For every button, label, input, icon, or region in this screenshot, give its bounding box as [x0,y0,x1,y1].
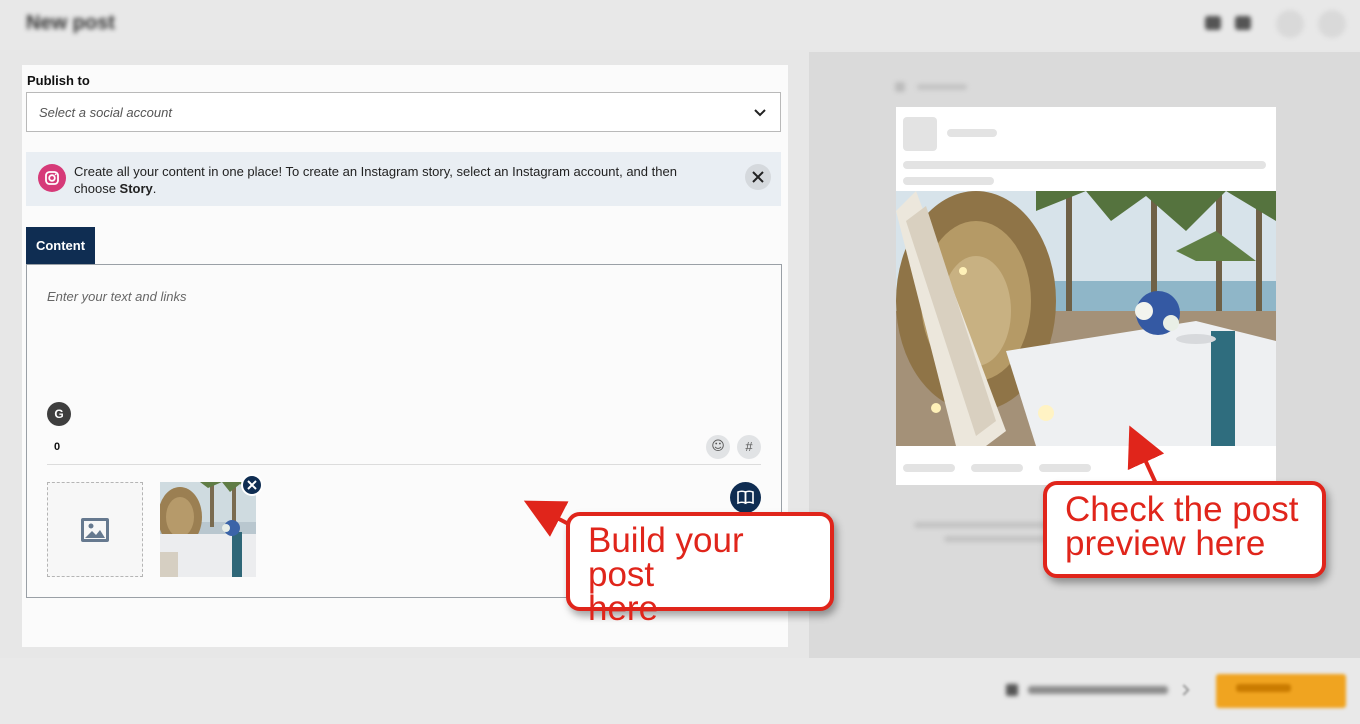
tab-content[interactable]: Content [26,227,95,264]
callout-line: preview here [1065,524,1266,563]
close-window-button[interactable] [1318,10,1346,38]
preview-header [895,82,975,92]
username-placeholder [947,129,997,137]
hashtag-icon[interactable]: # [737,435,761,459]
action-placeholder [903,464,955,472]
post-text-input[interactable]: Enter your text and links [47,289,186,304]
publish-to-label: Publish to [27,73,90,88]
social-account-select[interactable]: Select a social account [26,92,781,132]
banner-bold-text: Story [119,181,153,196]
action-placeholder [971,464,1023,472]
text-line-placeholder [903,161,1266,169]
banner-message: Create all your content in one place! To… [74,163,714,197]
banner-text: Create all your content in one place! To… [74,164,677,196]
bottom-bar [0,658,1360,724]
preview-post-callout: Check the post preview here [1043,481,1326,578]
character-count: 0 [54,441,61,453]
remove-icon [247,480,257,490]
avatar-placeholder [903,117,937,151]
media-library-button[interactable] [730,482,761,513]
close-banner-button[interactable] [745,164,771,190]
text-line-placeholder [903,177,994,185]
action-placeholder [1039,464,1091,472]
schedule-selector[interactable] [1006,684,1168,697]
callout-line: Build your post [588,521,744,594]
chevron-down-icon [754,109,766,117]
chevron-down-icon[interactable] [1178,684,1190,696]
social-account-placeholder: Select a social account [39,105,172,120]
attached-image-thumbnail[interactable] [160,482,256,577]
thumbnail-image [160,482,256,577]
emoji-icon[interactable]: ☺ [706,435,730,459]
build-post-callout: Build your post here [566,512,834,626]
help-icon[interactable] [1205,16,1221,30]
close-icon [752,171,764,183]
post-preview-image [896,191,1276,446]
banner-suffix: . [152,181,157,196]
callout-line: here [588,589,659,628]
media-library-icon [737,490,754,505]
post-preview-card [896,107,1276,485]
callout-line: Check the post [1065,490,1299,529]
minimize-button[interactable] [1276,10,1304,38]
notification-icon[interactable] [1235,16,1251,30]
instagram-icon [38,164,66,192]
page-title: New post [26,12,115,34]
image-placeholder-icon [81,518,109,542]
schedule-post-button[interactable] [1216,674,1346,708]
top-bar: New post [0,0,1360,50]
instagram-story-banner: Create all your content in one place! To… [26,152,781,206]
grammarly-icon[interactable]: G [47,402,71,426]
remove-image-button[interactable] [241,474,263,496]
composer-divider [47,464,761,465]
add-media-button[interactable] [47,482,143,577]
